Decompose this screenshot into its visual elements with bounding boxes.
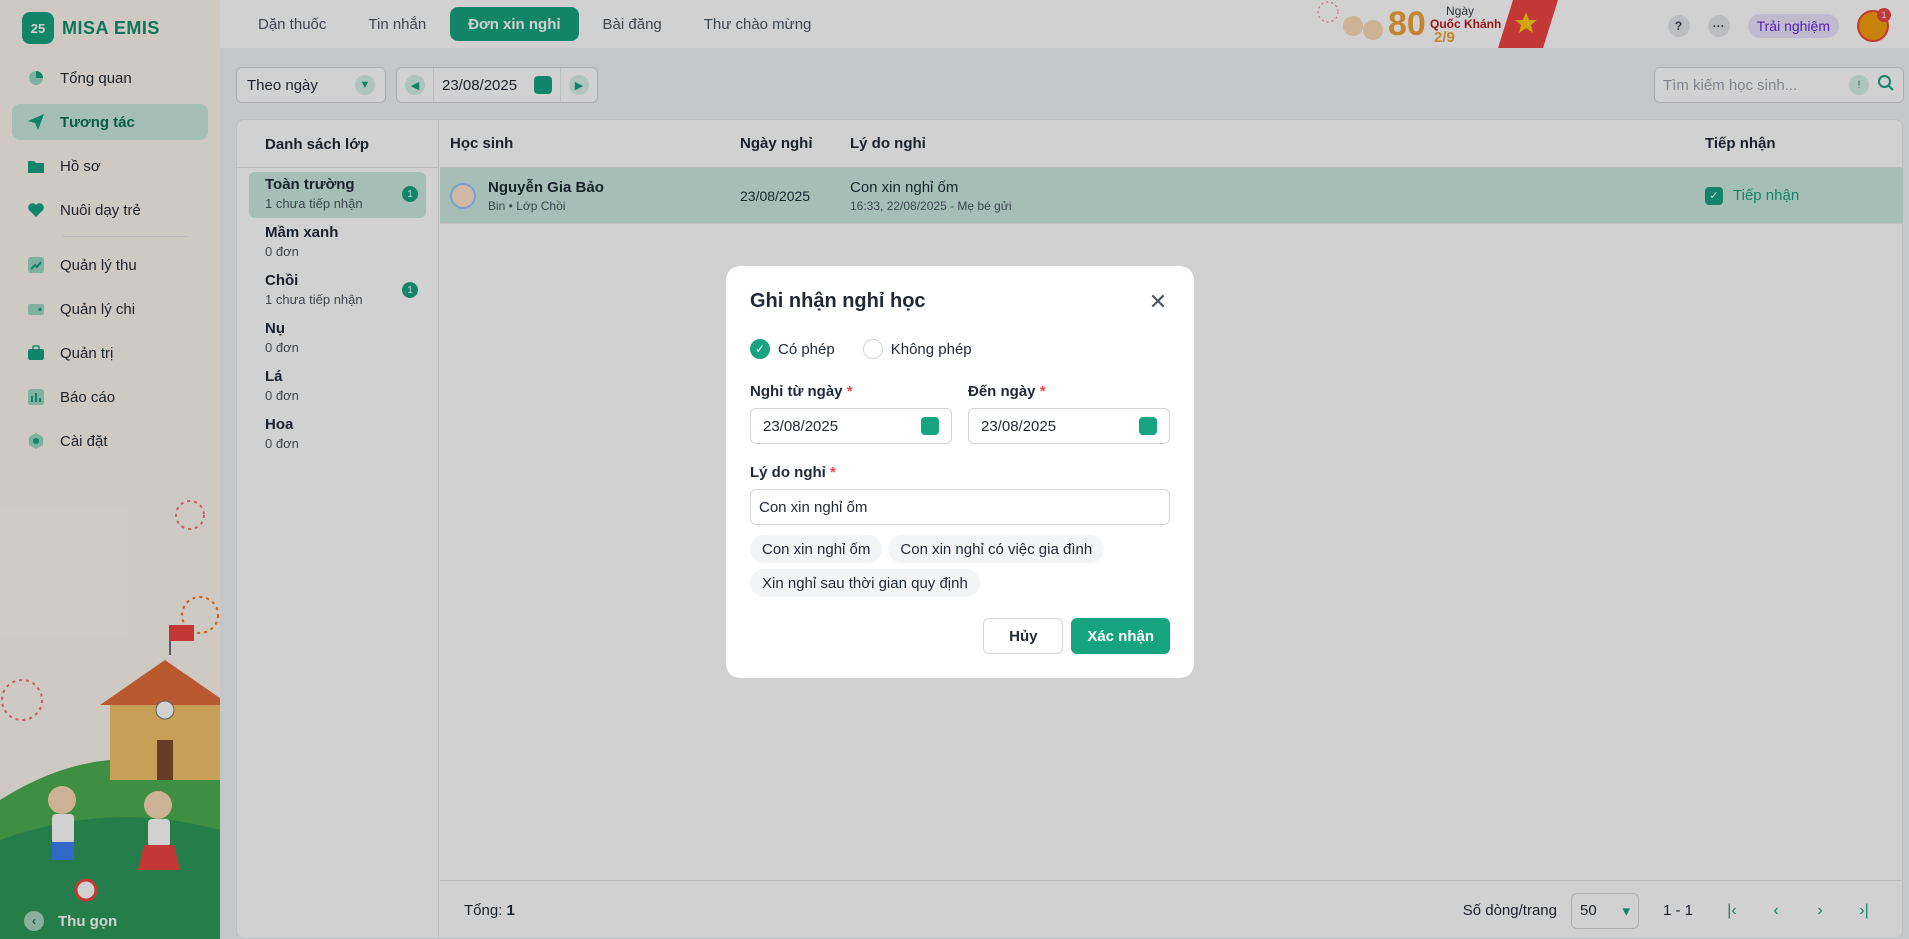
dialog-actions: Hủy Xác nhận bbox=[983, 618, 1170, 654]
from-date-label: Nghỉ từ ngày bbox=[750, 383, 843, 400]
check-icon: ✓ bbox=[750, 339, 770, 359]
reason-section: Lý do nghỉ * Con xin nghỉ ốm Con xin ngh… bbox=[750, 464, 1170, 597]
reason-chip[interactable]: Con xin nghỉ ốm bbox=[750, 535, 883, 563]
date-range: Nghỉ từ ngày * 23/08/2025 Đến ngày * 23/… bbox=[750, 383, 1170, 444]
to-date-field[interactable]: 23/08/2025 bbox=[968, 408, 1170, 444]
required-mark: * bbox=[1039, 383, 1046, 400]
leave-record-dialog: Ghi nhận nghỉ học ✕ ✓ Có phép Không phép… bbox=[726, 266, 1194, 678]
required-mark: * bbox=[846, 383, 853, 400]
permission-radio-group: ✓ Có phép Không phép bbox=[750, 339, 1170, 359]
dialog-title: Ghi nhận nghỉ học bbox=[750, 290, 926, 312]
radio-with-permission[interactable]: ✓ Có phép bbox=[750, 339, 835, 359]
reason-label: Lý do nghỉ bbox=[750, 464, 826, 481]
radio-label: Có phép bbox=[778, 340, 835, 358]
reason-chip[interactable]: Con xin nghỉ có việc gia đình bbox=[888, 535, 1105, 563]
calendar-icon[interactable] bbox=[921, 417, 939, 435]
radio-without-permission[interactable]: Không phép bbox=[862, 339, 972, 359]
radio-label: Không phép bbox=[890, 340, 972, 358]
reason-input[interactable]: Con xin nghỉ ốm bbox=[750, 489, 1170, 525]
close-icon[interactable]: ✕ bbox=[1146, 289, 1170, 314]
cancel-button[interactable]: Hủy bbox=[983, 618, 1064, 654]
radio-circle bbox=[862, 339, 883, 359]
reason-chip[interactable]: Xin nghỉ sau thời gian quy định bbox=[750, 569, 980, 597]
confirm-button[interactable]: Xác nhận bbox=[1071, 618, 1170, 654]
to-date-value: 23/08/2025 bbox=[981, 417, 1057, 435]
required-mark: * bbox=[830, 464, 836, 481]
from-date-field[interactable]: 23/08/2025 bbox=[750, 408, 952, 444]
from-date-value: 23/08/2025 bbox=[763, 417, 839, 435]
reason-suggestions: Con xin nghỉ ốm Con xin nghỉ có việc gia… bbox=[750, 535, 1170, 597]
calendar-icon[interactable] bbox=[1139, 417, 1157, 435]
to-date-label: Đến ngày bbox=[968, 383, 1036, 400]
